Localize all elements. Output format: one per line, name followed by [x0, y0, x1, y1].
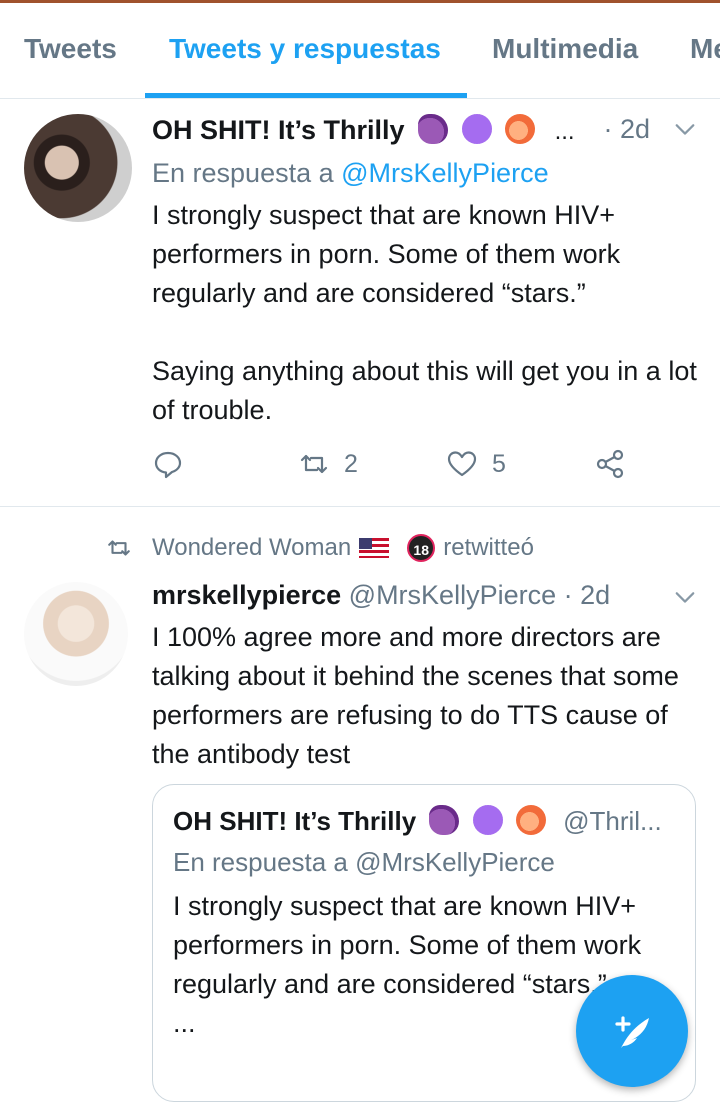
tweet-text: I strongly suspect that are known HIV+ p…: [152, 196, 700, 430]
heart-icon: [447, 451, 477, 477]
tweet-reply[interactable]: OH SHIT! It’s Thrilly ... · 2d En respue…: [0, 100, 720, 507]
tweet-header: OH SHIT! It’s Thrilly ...: [152, 114, 575, 146]
quoted-display-name: OH SHIT! It’s Thrilly: [173, 806, 417, 836]
chevron-down-icon[interactable]: [674, 586, 696, 608]
name-truncation: ...: [554, 118, 575, 145]
quoted-reply-context: En respuesta a @MrsKellyPierce: [173, 847, 555, 878]
tweet-text-paragraph-1: I strongly suspect that are known HIV+ p…: [152, 200, 621, 308]
retweet-label: retwitteó: [443, 534, 534, 561]
share-icon: [596, 449, 624, 479]
share-button[interactable]: [594, 448, 626, 480]
retweet-count: 2: [344, 449, 358, 478]
reply-mention-link[interactable]: @MrsKellyPierce: [341, 158, 548, 188]
quoted-text-ellipsis: ...: [173, 1008, 196, 1038]
tweet-time[interactable]: · 2d: [603, 114, 650, 145]
quoted-text: I strongly suspect that are known HIV+ p…: [173, 891, 642, 999]
peach-emoji-icon: [505, 114, 536, 144]
avatar[interactable]: [24, 114, 132, 222]
reply-icon: [154, 451, 182, 479]
tweet-header: mrskellypierce @MrsKellyPierce · 2d: [152, 580, 610, 611]
quoted-reply-prefix: En respuesta a: [173, 847, 348, 877]
retweeter-name[interactable]: Wondered Woman: [152, 534, 351, 562]
feather-plus-icon: [615, 1016, 649, 1048]
tweet-actions: 2 5: [152, 448, 712, 488]
like-count: 5: [492, 449, 506, 478]
handle[interactable]: @MrsKellyPierce: [349, 580, 556, 610]
retweet-icon: [108, 540, 130, 556]
us-flag-icon: [359, 538, 390, 558]
tab-tweets-replies[interactable]: Tweets y respuestas: [169, 33, 441, 65]
eggplant-emoji-icon: [429, 805, 460, 835]
reply-prefix: En respuesta a: [152, 158, 334, 188]
retweet-button[interactable]: 2: [298, 448, 358, 480]
display-name[interactable]: OH SHIT! It’s Thrilly: [152, 115, 405, 145]
tab-media[interactable]: Multimedia: [492, 33, 638, 65]
quoted-tweet-header: OH SHIT! It’s Thrilly @Thril...: [173, 805, 662, 837]
tweet-time[interactable]: · 2d: [564, 580, 611, 610]
profile-tabs: Tweets Tweets y respuestas Multimedia Me: [0, 3, 720, 99]
reply-context: En respuesta a @MrsKellyPierce: [152, 158, 549, 189]
like-button[interactable]: 5: [446, 448, 506, 480]
avatar[interactable]: [24, 582, 128, 686]
active-tab-indicator: [145, 93, 467, 98]
retweet-context: Wondered Woman 18 retwitteó: [106, 534, 534, 562]
tab-likes-partial[interactable]: Me: [690, 33, 720, 65]
quoted-handle: @Thril...: [563, 806, 662, 836]
retweet-icon: [300, 454, 328, 474]
adults-only-badge-icon: 18: [407, 534, 436, 562]
peach-emoji-icon: [515, 805, 546, 835]
devil-emoji-icon: [461, 114, 492, 144]
reply-button[interactable]: [152, 448, 184, 480]
tweet-text-paragraph-2: Saying anything about this will get you …: [152, 356, 697, 425]
display-name[interactable]: mrskellypierce: [152, 580, 341, 610]
devil-emoji-icon: [472, 805, 503, 835]
eggplant-emoji-icon: [418, 114, 449, 144]
quoted-reply-mention: @MrsKellyPierce: [355, 847, 555, 877]
tab-tweets[interactable]: Tweets: [24, 33, 117, 65]
tweet-text: I 100% agree more and more directors are…: [152, 622, 679, 769]
chevron-down-icon[interactable]: [674, 118, 696, 140]
compose-tweet-button[interactable]: [576, 975, 688, 1087]
